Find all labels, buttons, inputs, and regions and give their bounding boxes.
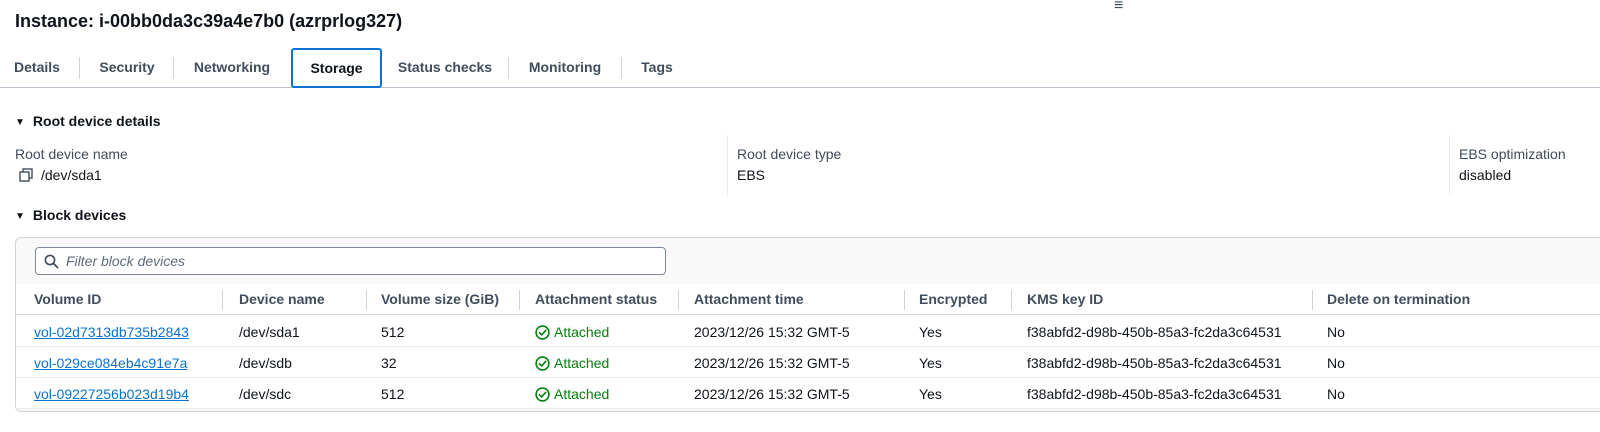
root-device-type-value: EBS xyxy=(737,167,766,183)
attachment-status-text: Attached xyxy=(554,355,610,371)
attachment-status-text: Attached xyxy=(554,386,610,402)
root-device-type-label: Root device type xyxy=(737,146,842,162)
tab-details[interactable]: Details xyxy=(2,48,72,87)
filter-block-devices[interactable] xyxy=(35,247,666,275)
block-devices-section-toggle[interactable]: ▼ Block devices xyxy=(15,207,126,223)
encrypted-cell: Yes xyxy=(919,324,942,340)
tab-storage[interactable]: Storage xyxy=(291,48,382,88)
column-divider xyxy=(1449,135,1450,195)
delete-on-termination-cell: No xyxy=(1327,386,1345,402)
root-device-name-label: Root device name xyxy=(15,146,128,162)
delete-on-termination-cell: No xyxy=(1327,324,1345,340)
column-divider xyxy=(727,135,728,195)
column-header-volume-size[interactable]: Volume size (GiB) xyxy=(381,291,499,307)
page-title: Instance: i-00bb0da3c39a4e7b0 (azrprlog3… xyxy=(15,11,403,31)
status-success-icon xyxy=(535,387,550,402)
column-resizer[interactable] xyxy=(222,290,223,310)
root-device-name-value-wrap: /dev/sda1 xyxy=(19,167,102,183)
tab-divider xyxy=(79,57,80,79)
kms-key-id-cell: f38abfd2-d98b-450b-85a3-fc2da3c64531 xyxy=(1027,355,1282,371)
attachment-status-cell: Attached xyxy=(535,386,609,402)
column-header-attachment-time[interactable]: Attachment time xyxy=(694,291,804,307)
column-header-volume-id[interactable]: Volume ID xyxy=(34,291,101,307)
volume-id-link[interactable]: vol-02d7313db735b2843 xyxy=(34,324,189,340)
column-resizer[interactable] xyxy=(1312,290,1313,310)
root-device-name-value: /dev/sda1 xyxy=(41,167,102,183)
block-devices-section-title: Block devices xyxy=(32,207,127,223)
tab-divider xyxy=(508,57,509,79)
attachment-status-cell: Attached xyxy=(535,355,609,371)
table-row: vol-09227256b023d19b4 /dev/sdc 512 Attac… xyxy=(16,378,1600,409)
column-header-kms-key-id[interactable]: KMS key ID xyxy=(1027,291,1103,307)
column-resizer[interactable] xyxy=(1011,290,1012,310)
copy-icon[interactable] xyxy=(19,168,33,182)
volume-size-cell: 512 xyxy=(381,324,405,340)
attachment-time-cell: 2023/12/26 15:32 GMT-5 xyxy=(694,324,850,340)
column-header-device-name[interactable]: Device name xyxy=(239,291,325,307)
root-device-section-toggle[interactable]: ▼ Root device details xyxy=(15,113,161,129)
attachment-status-cell: Attached xyxy=(535,324,609,340)
encrypted-cell: Yes xyxy=(919,355,942,371)
search-icon xyxy=(44,254,59,269)
status-success-icon xyxy=(535,356,550,371)
tab-networking[interactable]: Networking xyxy=(184,48,280,87)
encrypted-cell: Yes xyxy=(919,386,942,402)
volume-id-link[interactable]: vol-029ce084eb4c91e7a xyxy=(34,355,187,371)
column-resizer[interactable] xyxy=(366,290,367,310)
tab-divider xyxy=(173,57,174,79)
caret-down-icon: ▼ xyxy=(15,117,25,128)
kms-key-id-cell: f38abfd2-d98b-450b-85a3-fc2da3c64531 xyxy=(1027,386,1282,402)
table-row: vol-029ce084eb4c91e7a /dev/sdb 32 Attach… xyxy=(16,347,1600,378)
tab-tags[interactable]: Tags xyxy=(632,48,682,87)
column-header-attachment-status[interactable]: Attachment status xyxy=(535,291,657,307)
ebs-optimization-label: EBS optimization xyxy=(1459,146,1566,162)
filter-input[interactable] xyxy=(66,251,656,271)
drag-handle-icon[interactable]: ≡ xyxy=(1114,0,1123,14)
volume-id-link[interactable]: vol-09227256b023d19b4 xyxy=(34,386,189,402)
attachment-time-cell: 2023/12/26 15:32 GMT-5 xyxy=(694,355,850,371)
volume-size-cell: 512 xyxy=(381,386,405,402)
tab-divider xyxy=(621,57,622,79)
table-row: vol-02d7313db735b2843 /dev/sda1 512 Atta… xyxy=(16,316,1600,347)
attachment-time-cell: 2023/12/26 15:32 GMT-5 xyxy=(694,386,850,402)
ebs-optimization-value: disabled xyxy=(1459,167,1512,183)
tab-monitoring[interactable]: Monitoring xyxy=(518,48,612,87)
column-resizer[interactable] xyxy=(519,290,520,310)
column-header-encrypted[interactable]: Encrypted xyxy=(919,291,987,307)
device-name-cell: /dev/sda1 xyxy=(239,324,300,340)
device-name-cell: /dev/sdc xyxy=(239,386,292,402)
tab-security[interactable]: Security xyxy=(88,48,166,87)
root-device-section-title: Root device details xyxy=(32,113,161,129)
tab-bar: Details Security Networking Storage Stat… xyxy=(0,48,1600,88)
volume-size-cell: 32 xyxy=(381,355,397,371)
column-resizer[interactable] xyxy=(904,290,905,310)
column-resizer[interactable] xyxy=(678,290,679,310)
kms-key-id-cell: f38abfd2-d98b-450b-85a3-fc2da3c64531 xyxy=(1027,324,1282,340)
delete-on-termination-cell: No xyxy=(1327,355,1345,371)
device-name-cell: /dev/sdb xyxy=(239,355,292,371)
attachment-status-text: Attached xyxy=(554,324,610,340)
caret-down-icon: ▼ xyxy=(15,211,25,222)
table-header: Volume ID Device name Volume size (GiB) … xyxy=(16,284,1600,315)
column-header-delete-on-termination[interactable]: Delete on termination xyxy=(1327,291,1470,307)
tab-status-checks[interactable]: Status checks xyxy=(392,48,498,87)
status-success-icon xyxy=(535,325,550,340)
